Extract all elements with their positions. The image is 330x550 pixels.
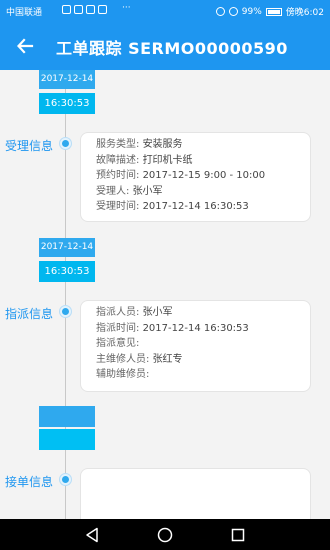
entry-date: 2017-12-14 <box>39 238 95 257</box>
status-bar: 中国联通 ··· 99% 傍晚6:02 <box>0 0 330 22</box>
field-assign-opinion: 指派意见: <box>96 338 140 349</box>
timeline-node <box>60 474 71 485</box>
assign-info-card: 指派人员: 张小军 指派时间: 2017-12-14 16:30:53 指派意见… <box>80 300 311 392</box>
field-assist-repairer: 辅助维修员: <box>96 369 150 380</box>
circle-home-icon <box>157 527 173 543</box>
field-main-repairer: 主维修人员: 张红专 <box>96 353 183 365</box>
arrow-left-icon <box>17 38 34 54</box>
field-appointment-time: 预约时间: 2017-12-15 9:00 - 10:00 <box>96 170 266 181</box>
system-nav-bar <box>0 519 330 550</box>
alarm-icon <box>215 7 225 16</box>
back-button[interactable] <box>10 31 40 61</box>
timeline-scroll[interactable]: 2017-12-14 16:30:53 受理信息 服务类型: 安装服务 故障描述… <box>0 70 330 519</box>
field-assign-time: 指派时间: 2017-12-14 16:30:53 <box>96 322 249 334</box>
more-notifications: ··· <box>122 3 131 13</box>
wifi-icon <box>228 7 238 16</box>
battery-icon <box>265 7 282 16</box>
nav-home-button[interactable] <box>156 526 174 544</box>
section-label-assign: 指派信息 <box>5 307 54 321</box>
entry-date: 2017-12-14 <box>39 70 95 89</box>
timeline-node <box>60 306 71 317</box>
field-receiver: 受理人: 张小军 <box>96 185 163 197</box>
nav-back-button[interactable] <box>83 526 101 544</box>
receive-info-card <box>80 468 311 519</box>
mail-icon <box>74 5 83 14</box>
section-label-receive: 接单信息 <box>5 475 54 489</box>
timeline-node <box>60 138 71 149</box>
nav-recents-button[interactable] <box>229 526 247 544</box>
app-icon <box>86 5 95 14</box>
triangle-back-icon <box>86 527 98 543</box>
entry-time: 16:30:53 <box>39 93 95 114</box>
clock: 傍晚6:02 <box>285 8 324 18</box>
field-accept-time: 受理时间: 2017-12-14 16:30:53 <box>96 201 249 212</box>
section-label-accept: 受理信息 <box>5 139 54 153</box>
field-service-type: 服务类型: 安装服务 <box>96 139 183 150</box>
entry-date <box>39 406 95 427</box>
notification-icons <box>62 5 107 14</box>
accept-info-card: 服务类型: 安装服务 故障描述: 打印机卡纸 预约时间: 2017-12-15 … <box>80 132 311 222</box>
square-recents-icon <box>231 528 245 542</box>
field-fault-desc: 故障描述: 打印机卡纸 <box>96 154 193 166</box>
page-title: 工单跟踪 SERMO00000590 <box>56 39 288 58</box>
entry-time <box>39 429 95 450</box>
field-assignee: 指派人员: 张小军 <box>96 307 173 318</box>
message-icon <box>62 5 71 14</box>
battery-percent: 99% <box>241 6 262 17</box>
carrier-name: 中国联通 <box>6 8 43 18</box>
entry-time: 16:30:53 <box>39 261 95 282</box>
sync-icon <box>98 5 107 14</box>
system-status: 99% 傍晚6:02 <box>215 5 324 18</box>
title-bar: 工单跟踪 SERMO00000590 <box>0 22 330 70</box>
